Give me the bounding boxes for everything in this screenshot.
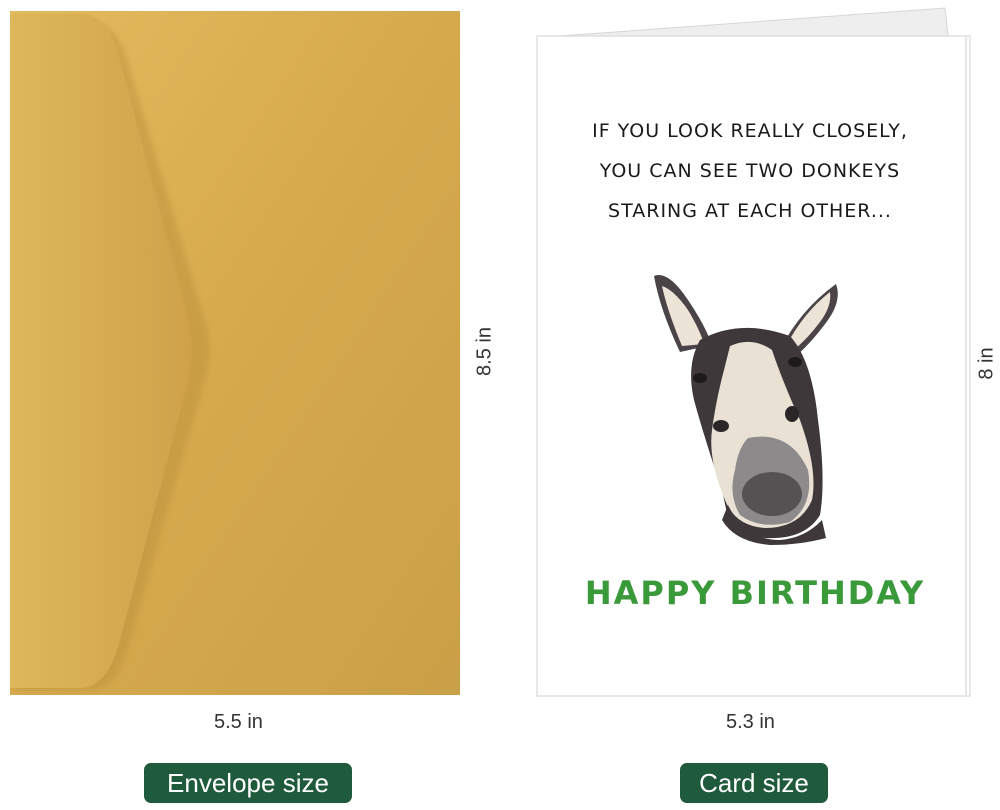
envelope-size-badge: Envelope size: [144, 763, 352, 803]
envelope-height-label: 8.5 in: [473, 327, 496, 376]
envelope-width-label: 5.5 in: [214, 711, 263, 733]
card-verse-line: IF YOU LOOK REALLY CLOSELY,: [592, 120, 908, 142]
card-size-badge: Card size: [680, 763, 828, 803]
card-greeting: HAPPY BIRTHDAY: [584, 574, 926, 612]
card-back-page: [559, 7, 949, 37]
card-width-label: 5.3 in: [726, 711, 775, 733]
donkey-illustration: [654, 275, 838, 545]
envelope-flap: [10, 14, 192, 688]
card-verse-line: STARING AT EACH OTHER...: [608, 200, 892, 222]
envelope-body: [10, 11, 460, 695]
card-verse-line: YOU CAN SEE TWO DONKEYS: [599, 160, 901, 182]
card-height-label: 8 in: [975, 347, 998, 380]
